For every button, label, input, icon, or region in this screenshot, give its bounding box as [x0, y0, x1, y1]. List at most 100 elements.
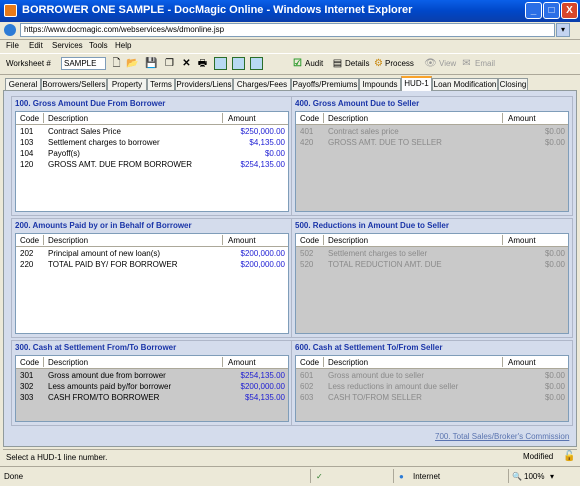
section-200-grid: Code Description Amount 202 Principal amo…	[15, 233, 289, 334]
email-button[interactable]: Email	[475, 59, 495, 68]
tab-loan-modification[interactable]: Loan Modification	[432, 78, 498, 90]
address-dropdown-icon[interactable]: ▾	[556, 23, 570, 37]
menu-edit[interactable]: Edit	[29, 40, 43, 52]
row-amount: $254,135.00	[240, 160, 286, 169]
col-amount-header: Amount	[508, 358, 536, 367]
col-code-header: Code	[300, 358, 320, 367]
row-description: Principal amount of new loan(s)	[48, 249, 161, 258]
details-button[interactable]: Details	[345, 59, 369, 68]
tab-hud-1[interactable]: HUD-1	[401, 76, 432, 91]
table-row[interactable]: 602 Less reductions in amount due seller $…	[296, 381, 568, 392]
audit-button[interactable]: Audit	[305, 59, 323, 68]
window-titlebar: BORROWER ONE SAMPLE - DocMagic Online - …	[0, 0, 580, 22]
table-row[interactable]: 301 Gross amount due from borrower $254,13…	[16, 370, 288, 381]
lock-icon: 🔓	[563, 451, 576, 462]
row-description: Less reductions in amount due seller	[328, 382, 459, 391]
grid-view-3-icon[interactable]	[250, 57, 263, 70]
table-row[interactable]: 202 Principal amount of new loan(s) $200,0…	[16, 248, 288, 259]
table-row[interactable]: 601 Gross amount due to seller $0.00	[296, 370, 568, 381]
section-500-grid: Code Description Amount 502 Settlement ch…	[295, 233, 569, 334]
menu-help[interactable]: Help	[115, 40, 131, 52]
table-row[interactable]: 303 CASH FROM/TO BORROWER $54,135.00	[16, 392, 288, 403]
tab-providers-liens[interactable]: Providers/Liens	[175, 78, 233, 90]
table-row[interactable]: 420 GROSS AMT. DUE TO SELLER $0.00	[296, 137, 568, 148]
maximize-button[interactable]: □	[543, 2, 560, 19]
browser-done-text: Done	[4, 472, 24, 481]
table-row[interactable]: 103 Settlement charges to borrower $4,135.…	[16, 137, 288, 148]
section-600-title: 600. Cash at Settlement To/From Seller	[295, 343, 443, 352]
tab-strip: General Borrowers/Sellers Property Terms…	[0, 76, 580, 91]
section-400-grid: Code Description Amount 401 Contract sale…	[295, 111, 569, 212]
delete-icon[interactable]: ✕	[180, 57, 193, 70]
print-icon[interactable]: 🖶	[196, 57, 209, 70]
col-description-header: Description	[48, 114, 89, 123]
tab-terms[interactable]: Terms	[147, 78, 175, 90]
tab-charges-fees[interactable]: Charges/Fees	[233, 78, 291, 90]
grid-header: Code Description Amount	[16, 112, 288, 125]
close-button[interactable]: X	[561, 2, 578, 19]
table-row[interactable]: 104 Payoff(s) $0.00	[16, 148, 288, 159]
row-code: 202	[20, 249, 34, 258]
address-input[interactable]: https://www.docmagic.com/webservices/ws/…	[20, 23, 555, 37]
table-row[interactable]: 101 Contract Sales Price $250,000.00	[16, 126, 288, 137]
menu-tools[interactable]: Tools	[89, 40, 108, 52]
tab-property[interactable]: Property	[107, 78, 147, 90]
col-description-header: Description	[48, 236, 89, 245]
row-amount: $0.00	[544, 138, 565, 147]
row-description: GROSS AMT. DUE TO SELLER	[328, 138, 442, 147]
security-icon: ✓	[316, 472, 323, 481]
view-button[interactable]: View	[439, 59, 456, 68]
table-row[interactable]: 502 Settlement charges to seller $0.00	[296, 248, 568, 259]
status-message: Select a HUD-1 line number.	[6, 453, 108, 462]
table-row[interactable]: 302 Less amounts paid by/for borrower $200…	[16, 381, 288, 392]
col-description-header: Description	[328, 358, 369, 367]
minimize-button[interactable]: _	[525, 2, 542, 19]
section-300-panel: 300. Cash at Settlement From/To Borrower…	[11, 340, 293, 426]
row-amount: $0.00	[544, 393, 565, 402]
zoom-icon[interactable]: 🔍	[512, 472, 522, 481]
copy-icon[interactable]: ❐	[163, 57, 176, 70]
tab-closing[interactable]: Closing	[498, 78, 528, 90]
view-icon[interactable]: 👁	[424, 57, 437, 70]
section-300-title: 300. Cash at Settlement From/To Borrower	[15, 343, 177, 352]
zoom-dropdown-icon[interactable]: ▾	[550, 472, 554, 481]
row-code: 220	[20, 260, 34, 269]
process-button[interactable]: Process	[385, 59, 414, 68]
table-row[interactable]: 220 TOTAL PAID BY/ FOR BORROWER $200,000.0…	[16, 259, 288, 270]
details-icon[interactable]: ▤	[331, 57, 344, 70]
col-description-header: Description	[48, 358, 89, 367]
tab-payoffs-premiums[interactable]: Payoffs/Premiums	[291, 78, 359, 90]
tab-general[interactable]: General	[5, 78, 41, 90]
row-code: 520	[300, 260, 314, 269]
row-code: 104	[20, 149, 34, 158]
email-icon[interactable]: ✉	[460, 57, 473, 70]
open-folder-icon[interactable]: 📂	[126, 57, 139, 70]
grid-view-icon[interactable]	[214, 57, 227, 70]
row-code: 601	[300, 371, 314, 380]
save-icon[interactable]: 💾	[145, 57, 158, 70]
audit-icon[interactable]: ☑	[291, 57, 304, 70]
row-amount: $0.00	[544, 127, 565, 136]
new-document-icon[interactable]: 🗋	[110, 57, 123, 70]
section-700-link[interactable]: 700. Total Sales/Broker's Commission	[435, 432, 569, 441]
row-amount: $250,000.00	[240, 127, 286, 136]
worksheet-input[interactable]: SAMPLE	[61, 57, 106, 70]
row-code: 103	[20, 138, 34, 147]
tab-impounds[interactable]: Impounds	[359, 78, 401, 90]
tab-borrowers-sellers[interactable]: Borrowers/Sellers	[41, 78, 107, 90]
menu-file[interactable]: File	[6, 40, 19, 52]
zoom-level[interactable]: 100%	[524, 472, 544, 481]
col-amount-header: Amount	[228, 236, 256, 245]
app-status-bar: Select a HUD-1 line number. Modified 🔓	[3, 449, 577, 464]
grid-view-2-icon[interactable]	[232, 57, 245, 70]
table-row[interactable]: 120 GROSS AMT. DUE FROM BORROWER $254,135.…	[16, 159, 288, 170]
table-row[interactable]: 520 TOTAL REDUCTION AMT. DUE $0.00	[296, 259, 568, 270]
window-title: BORROWER ONE SAMPLE - DocMagic Online - …	[22, 4, 413, 16]
process-icon[interactable]: ⚙	[372, 57, 385, 70]
table-row[interactable]: 401 Contract sales price $0.00	[296, 126, 568, 137]
menu-services[interactable]: Services	[52, 40, 83, 52]
section-200-title: 200. Amounts Paid by or in Behalf of Bor…	[15, 221, 192, 230]
row-description: Gross amount due to seller	[328, 371, 425, 380]
table-row[interactable]: 603 CASH TO/FROM SELLER $0.00	[296, 392, 568, 403]
zone-text: Internet	[413, 472, 441, 481]
